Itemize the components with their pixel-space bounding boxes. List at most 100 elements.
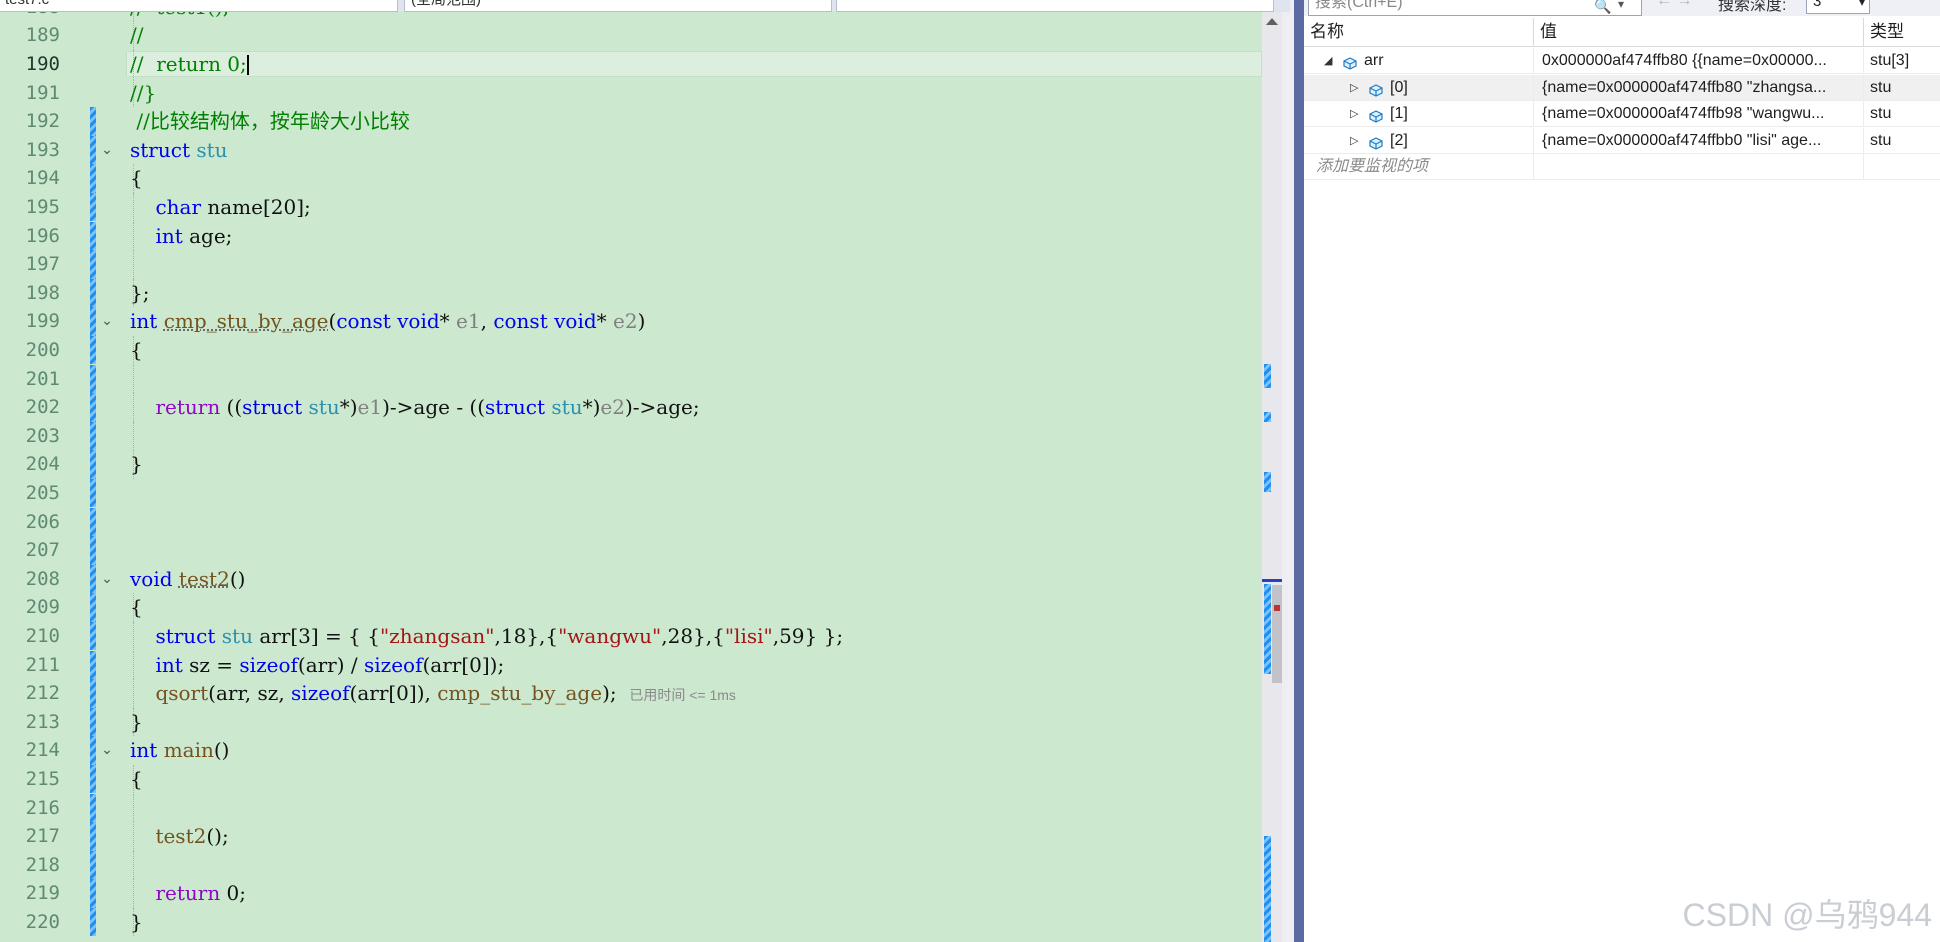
watch-row[interactable]: ◢ arr 0x000000af474ffb80 {{name=0x00000...…: [1304, 48, 1940, 74]
code-line[interactable]: 208 ⌄ void test2(): [0, 564, 1262, 594]
code-line[interactable]: 202 return ((struct stu*)e1)->age - ((st…: [0, 393, 1262, 422]
code-token: {: [130, 595, 143, 620]
code-line[interactable]: 207: [0, 536, 1262, 565]
code-token: qsort: [155, 681, 209, 706]
fold-toggle-icon[interactable]: ⌄: [99, 142, 115, 158]
code-line[interactable]: 197: [0, 250, 1262, 279]
code-token: e1: [357, 395, 383, 420]
scope-dropdown[interactable]: (全局范围): [404, 0, 832, 12]
watch-row[interactable]: ▷ [0] {name=0x000000af474ffb80 "zhangsa...…: [1304, 74, 1940, 101]
code-token: //}: [130, 80, 157, 105]
expand-arrow-icon[interactable]: ▷: [1350, 101, 1358, 127]
code-text: }: [130, 908, 143, 937]
code-line[interactable]: 204}: [0, 450, 1262, 479]
file-dropdown[interactable]: test7.c: [0, 0, 398, 12]
watch-search-input[interactable]: 搜索(Ctrl+E): [1308, 0, 1642, 16]
code-line[interactable]: 189 //: [0, 21, 1262, 50]
add-watch-item[interactable]: 添加要监视的项: [1304, 154, 1534, 180]
code-line[interactable]: 191 //}: [0, 78, 1262, 108]
change-indicator: [90, 764, 96, 794]
code-line[interactable]: 193 ⌄ struct stu: [0, 135, 1262, 165]
watch-value-cell[interactable]: {name=0x000000af474ffb98 "wangwu...: [1534, 101, 1864, 127]
code-text: struct stu: [130, 136, 228, 165]
code-editor[interactable]: 188// test1();189//190// return 0;191//}…: [0, 0, 1262, 942]
code-token: // return 0;: [130, 51, 247, 76]
code-line[interactable]: 218: [0, 850, 1262, 880]
watch-name-cell[interactable]: ▷ [0]: [1304, 74, 1534, 101]
code-line[interactable]: 198};: [0, 278, 1262, 308]
column-type[interactable]: 类型: [1864, 18, 1940, 46]
line-number: 195: [25, 195, 60, 218]
code-line[interactable]: 215 {: [0, 764, 1262, 794]
expand-arrow-icon[interactable]: ▷: [1350, 128, 1358, 154]
code-line[interactable]: 206: [0, 507, 1262, 537]
code-line[interactable]: 196 int age;: [0, 221, 1262, 251]
code-token: char: [155, 194, 202, 219]
code-token: (): [229, 566, 246, 591]
change-indicator: [90, 307, 96, 336]
code-line[interactable]: 195 char name[20];: [0, 192, 1262, 222]
code-token: *: [596, 309, 614, 334]
chevron-down-icon[interactable]: ▾: [1618, 0, 1624, 11]
editor-scrollbar[interactable]: [1262, 0, 1291, 942]
watch-name-cell[interactable]: ▷ [2]: [1304, 127, 1534, 154]
change-indicator: [90, 478, 96, 508]
watch-name-cell[interactable]: ◢ arr: [1304, 48, 1534, 74]
code-line[interactable]: 209 {: [0, 593, 1262, 622]
scroll-thumb[interactable]: [1272, 585, 1282, 683]
fold-toggle-icon[interactable]: ⌄: [99, 571, 115, 587]
watch-variable-name: [2]: [1390, 131, 1408, 149]
fold-toggle-icon[interactable]: ⌄: [99, 313, 115, 329]
code-line[interactable]: 212 qsort(arr, sz, sizeof(arr[0]), cmp_s…: [0, 679, 1262, 708]
change-indicator: [90, 250, 96, 279]
code-line[interactable]: 216: [0, 793, 1262, 823]
column-name[interactable]: 名称: [1304, 18, 1534, 46]
code-text: int main(): [130, 736, 229, 765]
code-line[interactable]: 201: [0, 364, 1262, 394]
code-line[interactable]: 220}: [0, 907, 1262, 937]
code-token: struct: [242, 395, 303, 420]
line-number: 202: [25, 396, 60, 419]
panel-splitter[interactable]: [1282, 0, 1294, 942]
code-line[interactable]: 205: [0, 478, 1262, 508]
code-line[interactable]: 214 ⌄ int main(): [0, 736, 1262, 765]
code-line[interactable]: 203: [0, 421, 1262, 451]
search-depth-select[interactable]: 3 ▾: [1806, 0, 1870, 14]
code-line[interactable]: 210 struct stu arr[3] = { {"zhangsan",18…: [0, 621, 1262, 651]
change-indicator: [90, 393, 96, 422]
code-line[interactable]: 199 ⌄ int cmp_stu_by_age(const void* e1, c…: [0, 307, 1262, 336]
fold-toggle-icon[interactable]: ⌄: [99, 742, 115, 758]
code-line[interactable]: 192 //比较结构体，按年龄大小比较: [0, 107, 1262, 136]
code-line[interactable]: 213}: [0, 707, 1262, 737]
code-text: //比较结构体，按年龄大小比较: [130, 107, 410, 136]
add-watch-row[interactable]: 添加要监视的项: [1304, 154, 1940, 180]
watch-value-cell[interactable]: 0x000000af474ffb80 {{name=0x00000...: [1534, 48, 1864, 74]
watch-value-cell[interactable]: {name=0x000000af474ffbb0 "lisi" age...: [1534, 127, 1864, 154]
watch-value-cell[interactable]: {name=0x000000af474ffb80 "zhangsa...: [1534, 74, 1864, 101]
code-line[interactable]: 217 test2();: [0, 822, 1262, 851]
code-token: {: [130, 166, 143, 191]
code-token: stu: [221, 623, 253, 648]
panel-border: [1294, 0, 1304, 942]
current-line-highlight: [126, 50, 1262, 77]
search-nav-arrows-icon[interactable]: ← →: [1656, 0, 1692, 10]
code-line[interactable]: 211 int sz = sizeof(arr) / sizeof(arr[0]…: [0, 650, 1262, 680]
code-line[interactable]: 219 return 0;: [0, 879, 1262, 908]
watch-name-cell[interactable]: ▷ [1]: [1304, 101, 1534, 127]
collapse-arrow-icon[interactable]: ◢: [1324, 48, 1332, 74]
watch-row[interactable]: ▷ [1] {name=0x000000af474ffb98 "wangwu... s…: [1304, 101, 1940, 127]
code-token: struct: [130, 137, 190, 162]
code-text: };: [130, 279, 149, 308]
search-icon[interactable]: 🔍: [1594, 0, 1611, 15]
code-line[interactable]: 190 // return 0;: [0, 49, 1262, 79]
code-line[interactable]: 200 {: [0, 335, 1262, 365]
code-line[interactable]: 194 {: [0, 164, 1262, 193]
watch-row[interactable]: ▷ [2] {name=0x000000af474ffbb0 "lisi" age.…: [1304, 127, 1940, 154]
expand-arrow-icon[interactable]: ▷: [1350, 75, 1358, 101]
scroll-up-arrow-icon[interactable]: [1266, 18, 1278, 25]
column-value[interactable]: 值: [1534, 18, 1864, 46]
code-text: //: [130, 21, 143, 50]
member-dropdown[interactable]: [836, 0, 1274, 12]
